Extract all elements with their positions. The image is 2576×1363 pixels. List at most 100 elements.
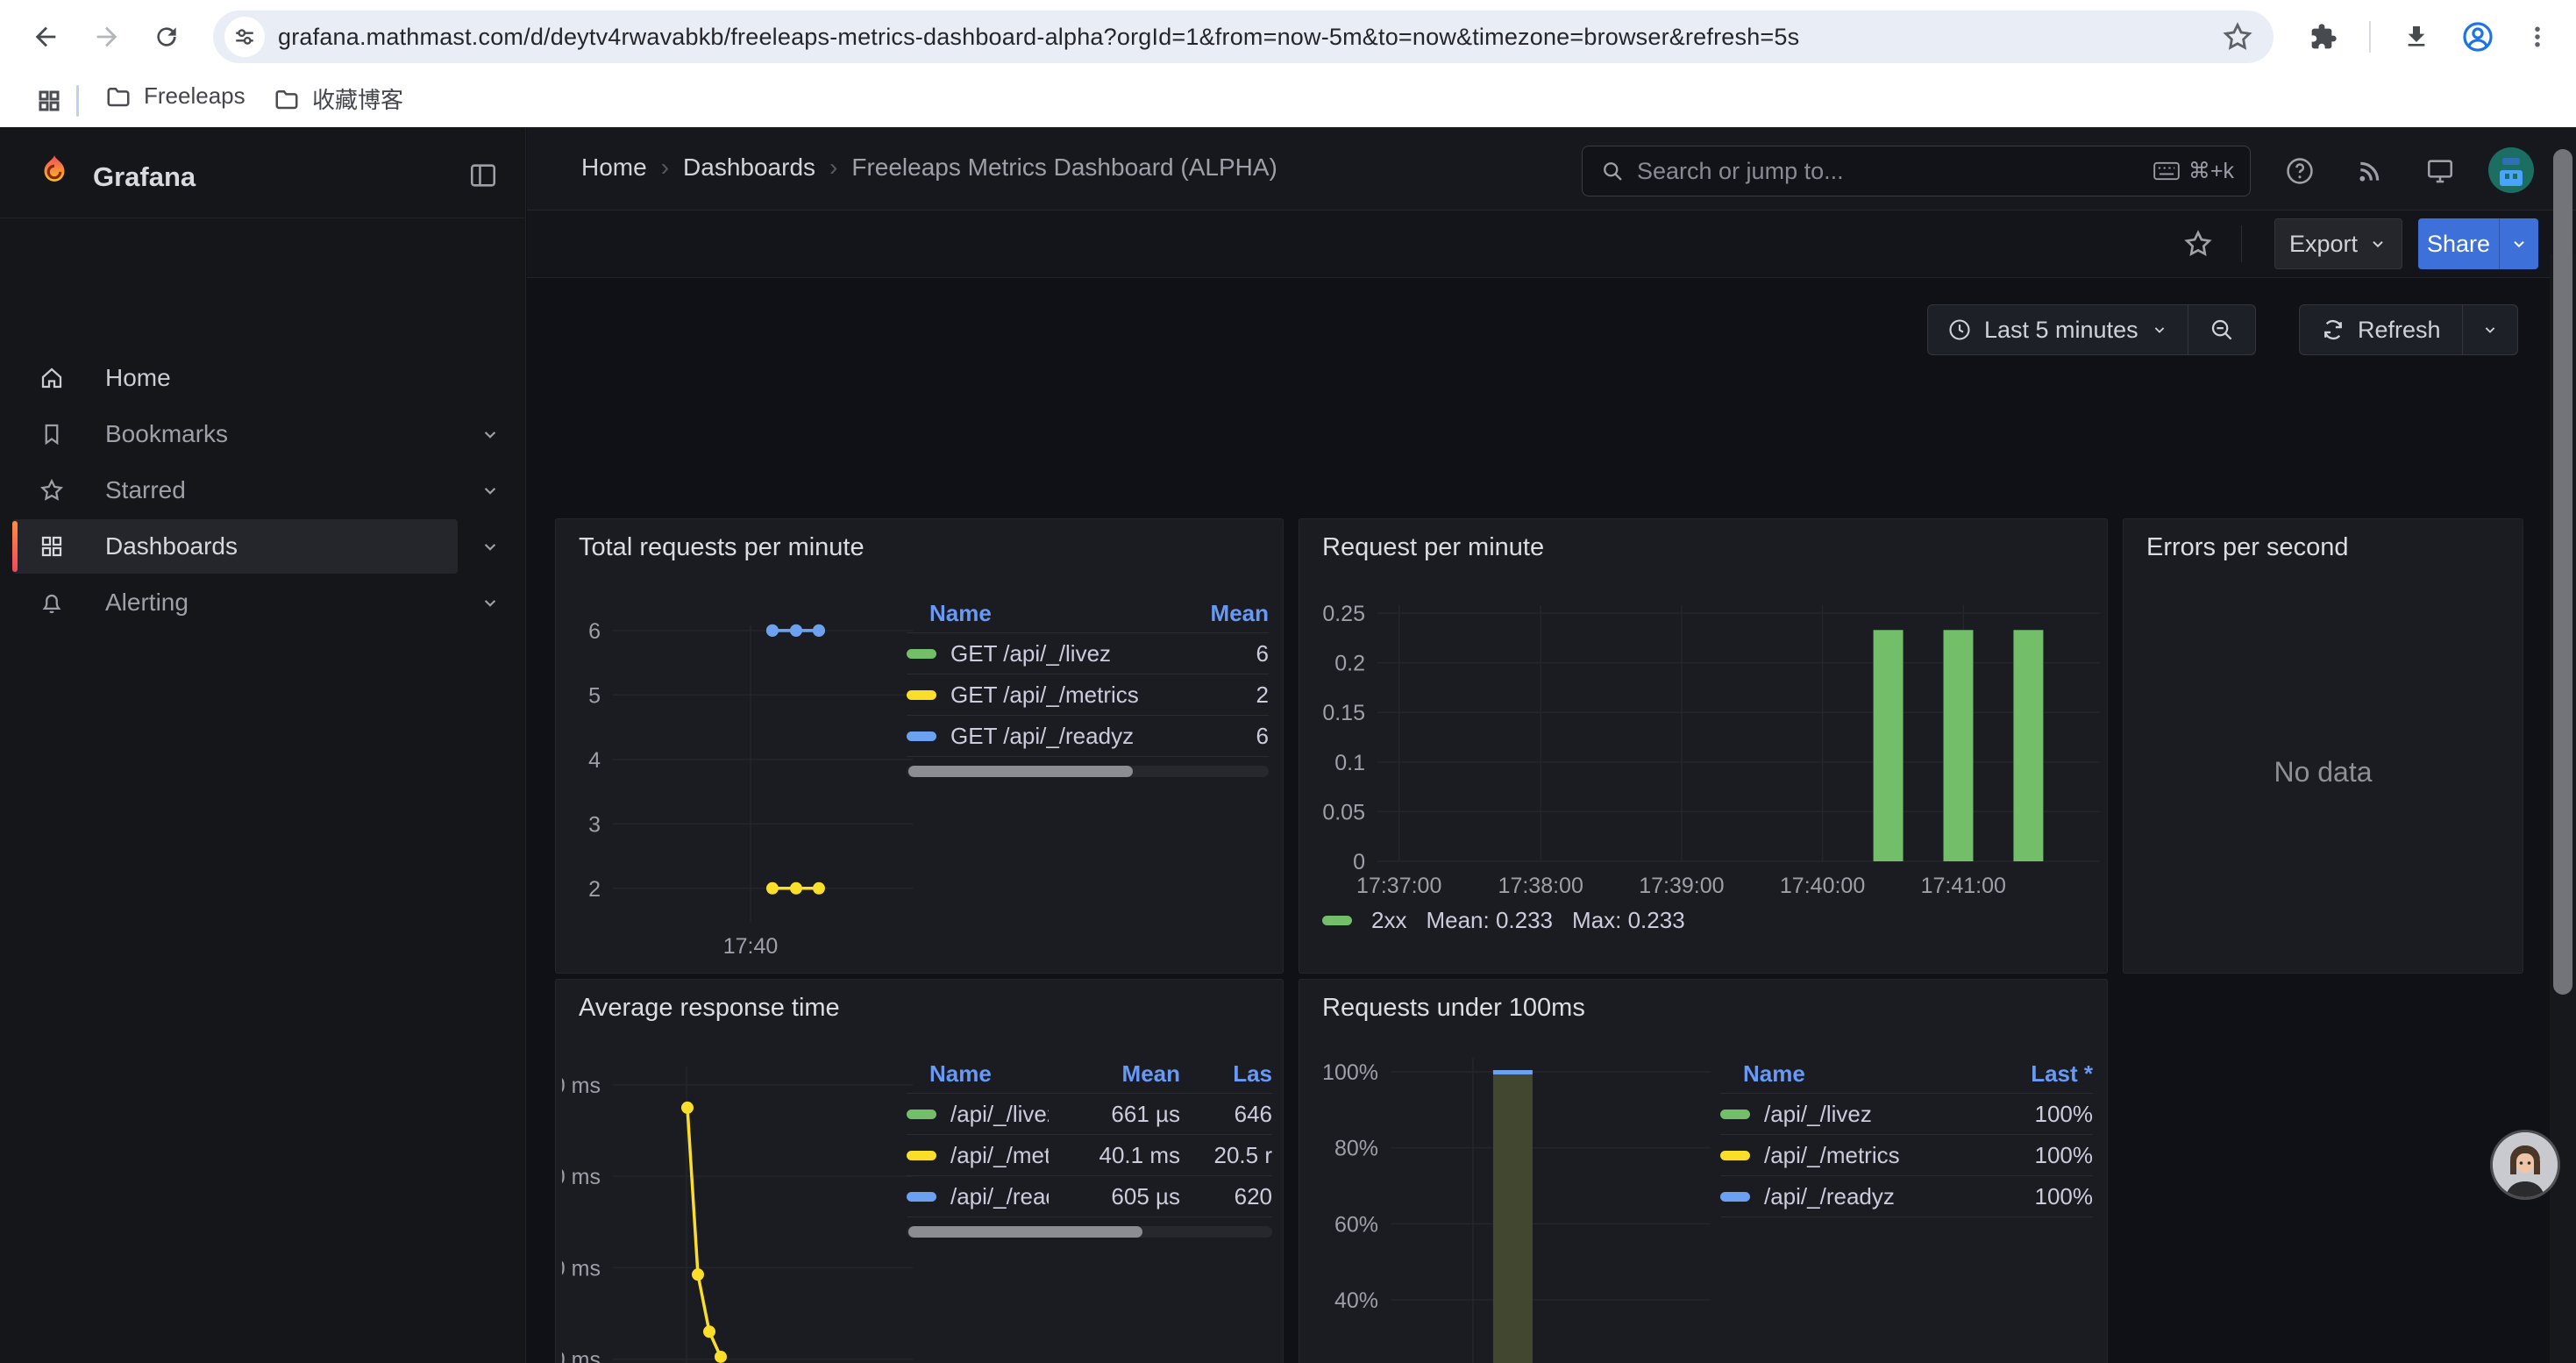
- url-bar[interactable]: grafana.mathmast.com/d/deytv4rwavabkb/fr…: [213, 11, 2274, 63]
- share-button[interactable]: Share: [2418, 218, 2499, 269]
- user-avatar[interactable]: [2488, 147, 2534, 193]
- panel-request-per-minute: Request per minute 0.250.20.150.10.05017…: [1299, 518, 2108, 974]
- share-menu-button[interactable]: [2500, 218, 2538, 269]
- bar-chart[interactable]: 100%80%60%40%20%0%17:40: [1307, 1047, 1728, 1363]
- legend-scrollbar-thumb[interactable]: [908, 766, 1133, 777]
- extensions-button[interactable]: [2299, 12, 2348, 61]
- panel-title[interactable]: Errors per second: [2146, 533, 2349, 562]
- back-arrow-icon: [31, 22, 60, 52]
- refresh-button[interactable]: Refresh: [2300, 305, 2462, 354]
- chevron-down-icon: [2481, 321, 2499, 339]
- reload-button[interactable]: [142, 12, 191, 61]
- legend-row[interactable]: GET /api/_/livez 6: [907, 633, 1269, 674]
- legend-scrollbar[interactable]: [907, 766, 1269, 777]
- news-button[interactable]: [2345, 146, 2395, 196]
- legend-row[interactable]: GET /api/_/metrics 2: [907, 674, 1269, 716]
- legend-col-name[interactable]: Name: [907, 600, 1199, 627]
- series-color-swatch[interactable]: [907, 690, 936, 700]
- sidebar-item-home[interactable]: Home: [0, 351, 526, 405]
- legend-col-name[interactable]: Name: [1720, 1060, 1988, 1088]
- assistant-avatar-button[interactable]: [2493, 1132, 2558, 1197]
- legend-row[interactable]: /api/_/livez 661 µs 646: [907, 1094, 1272, 1135]
- star-icon: [2221, 20, 2254, 54]
- bar-chart[interactable]: 0.250.20.150.10.05017:37:0017:38:0017:39…: [1316, 602, 2105, 926]
- series-color-swatch[interactable]: [1720, 1192, 1750, 1202]
- panel-title[interactable]: Total requests per minute: [579, 533, 865, 562]
- url-text[interactable]: grafana.mathmast.com/d/deytv4rwavabkb/fr…: [278, 24, 2195, 51]
- series-color-swatch[interactable]: [1720, 1151, 1750, 1160]
- series-mean: Mean: 0.233: [1426, 907, 1553, 934]
- grafana-logo[interactable]: [33, 153, 75, 194]
- favorite-dashboard-button[interactable]: [2182, 228, 2214, 260]
- sidebar-toggle-button[interactable]: [468, 161, 498, 190]
- series-color-swatch[interactable]: [1322, 916, 1352, 925]
- series-color-swatch[interactable]: [1720, 1110, 1750, 1119]
- timeseries-chart[interactable]: 80 ms60 ms40 ms20 ms0 s17:40: [562, 1047, 922, 1363]
- chevron-down-icon[interactable]: [479, 479, 502, 502]
- legend-col-mean[interactable]: Mean: [1049, 1060, 1180, 1088]
- sidebar-item-starred[interactable]: Starred: [0, 463, 526, 517]
- legend-scrollbar[interactable]: [907, 1226, 1272, 1238]
- bookmark-page-button[interactable]: [2221, 20, 2254, 54]
- series-color-swatch[interactable]: [907, 1151, 936, 1160]
- page-scrollbar-thumb[interactable]: [2553, 149, 2572, 995]
- svg-text:60 ms: 60 ms: [562, 1165, 601, 1189]
- export-button[interactable]: Export: [2274, 218, 2402, 269]
- zoom-out-button[interactable]: [2188, 305, 2255, 354]
- legend-row[interactable]: /api/_/livez 100%: [1720, 1094, 2093, 1135]
- legend-row[interactable]: /api/_/readyz 605 µs 620: [907, 1176, 1272, 1217]
- forward-button[interactable]: [82, 12, 132, 61]
- sidebar-item-alerting[interactable]: Alerting: [0, 575, 526, 630]
- avatar-girl-image: [2493, 1132, 2558, 1197]
- panel-title[interactable]: Requests under 100ms: [1322, 994, 1585, 1023]
- downloads-button[interactable]: [2392, 12, 2441, 61]
- search-icon: [1600, 159, 1625, 183]
- series-color-swatch[interactable]: [907, 1192, 936, 1202]
- search-shortcut: ⌘+k: [2153, 158, 2234, 184]
- search-input[interactable]: Search or jump to... ⌘+k: [1582, 146, 2251, 196]
- bookmarks-apps-button[interactable]: [25, 76, 74, 125]
- legend-col-name[interactable]: Name: [907, 1060, 1049, 1088]
- panel-title[interactable]: Average response time: [579, 994, 840, 1023]
- series-color-swatch[interactable]: [907, 1110, 936, 1119]
- series-name[interactable]: 2xx: [1371, 907, 1406, 934]
- svg-text:4: 4: [588, 748, 601, 773]
- site-settings-button[interactable]: [224, 17, 265, 57]
- series-color-swatch[interactable]: [907, 649, 936, 659]
- rss-icon: [2356, 157, 2384, 185]
- help-button[interactable]: [2275, 146, 2324, 196]
- legend-col-last[interactable]: Last *: [1988, 1060, 2093, 1088]
- back-button[interactable]: [21, 12, 70, 61]
- sidebar-item-label: Home: [105, 364, 171, 392]
- legend-col-last[interactable]: Las: [1180, 1060, 1272, 1088]
- chevron-down-icon[interactable]: [479, 535, 502, 558]
- timeseries-chart[interactable]: 6543217:40: [562, 606, 922, 966]
- profile-button[interactable]: [2453, 12, 2502, 61]
- panel-title[interactable]: Request per minute: [1322, 533, 1544, 562]
- legend-row[interactable]: GET /api/_/readyz 6: [907, 716, 1269, 757]
- display-button[interactable]: [2416, 146, 2465, 196]
- legend-row[interactable]: /api/_/readyz 100%: [1720, 1176, 2093, 1217]
- chevron-down-icon[interactable]: [479, 591, 502, 614]
- sidebar-header: Grafana: [0, 127, 526, 218]
- breadcrumb: Home › Dashboards › Freeleaps Metrics Da…: [581, 153, 1277, 182]
- bookmark-folder-freeleaps[interactable]: Freeleaps: [105, 82, 246, 110]
- bookmark-folder-blogs[interactable]: 收藏博客: [274, 82, 403, 115]
- legend-inline: 2xx Mean: 0.233 Max: 0.233: [1322, 907, 1685, 934]
- chevron-down-icon[interactable]: [479, 423, 502, 446]
- time-range-button[interactable]: Last 5 minutes: [1928, 305, 2188, 354]
- sidebar-item-bookmarks[interactable]: Bookmarks: [0, 407, 526, 461]
- panel-average-response-time: Average response time 80 ms60 ms40 ms20 …: [555, 979, 1284, 1363]
- tune-icon: [233, 25, 256, 48]
- refresh-interval-button[interactable]: [2463, 305, 2517, 354]
- breadcrumb-home[interactable]: Home: [581, 153, 647, 182]
- sidebar-item-dashboards[interactable]: Dashboards: [0, 519, 526, 574]
- series-color-swatch[interactable]: [907, 731, 936, 741]
- legend-row[interactable]: /api/_/metrics 40.1 ms 20.5 r: [907, 1135, 1272, 1176]
- breadcrumb-separator: ›: [829, 153, 837, 182]
- breadcrumb-dashboards[interactable]: Dashboards: [683, 153, 815, 182]
- browser-menu-button[interactable]: [2513, 12, 2562, 61]
- legend-row[interactable]: /api/_/metrics 100%: [1720, 1135, 2093, 1176]
- legend-scrollbar-thumb[interactable]: [908, 1226, 1142, 1238]
- legend-col-mean[interactable]: Mean: [1199, 600, 1269, 627]
